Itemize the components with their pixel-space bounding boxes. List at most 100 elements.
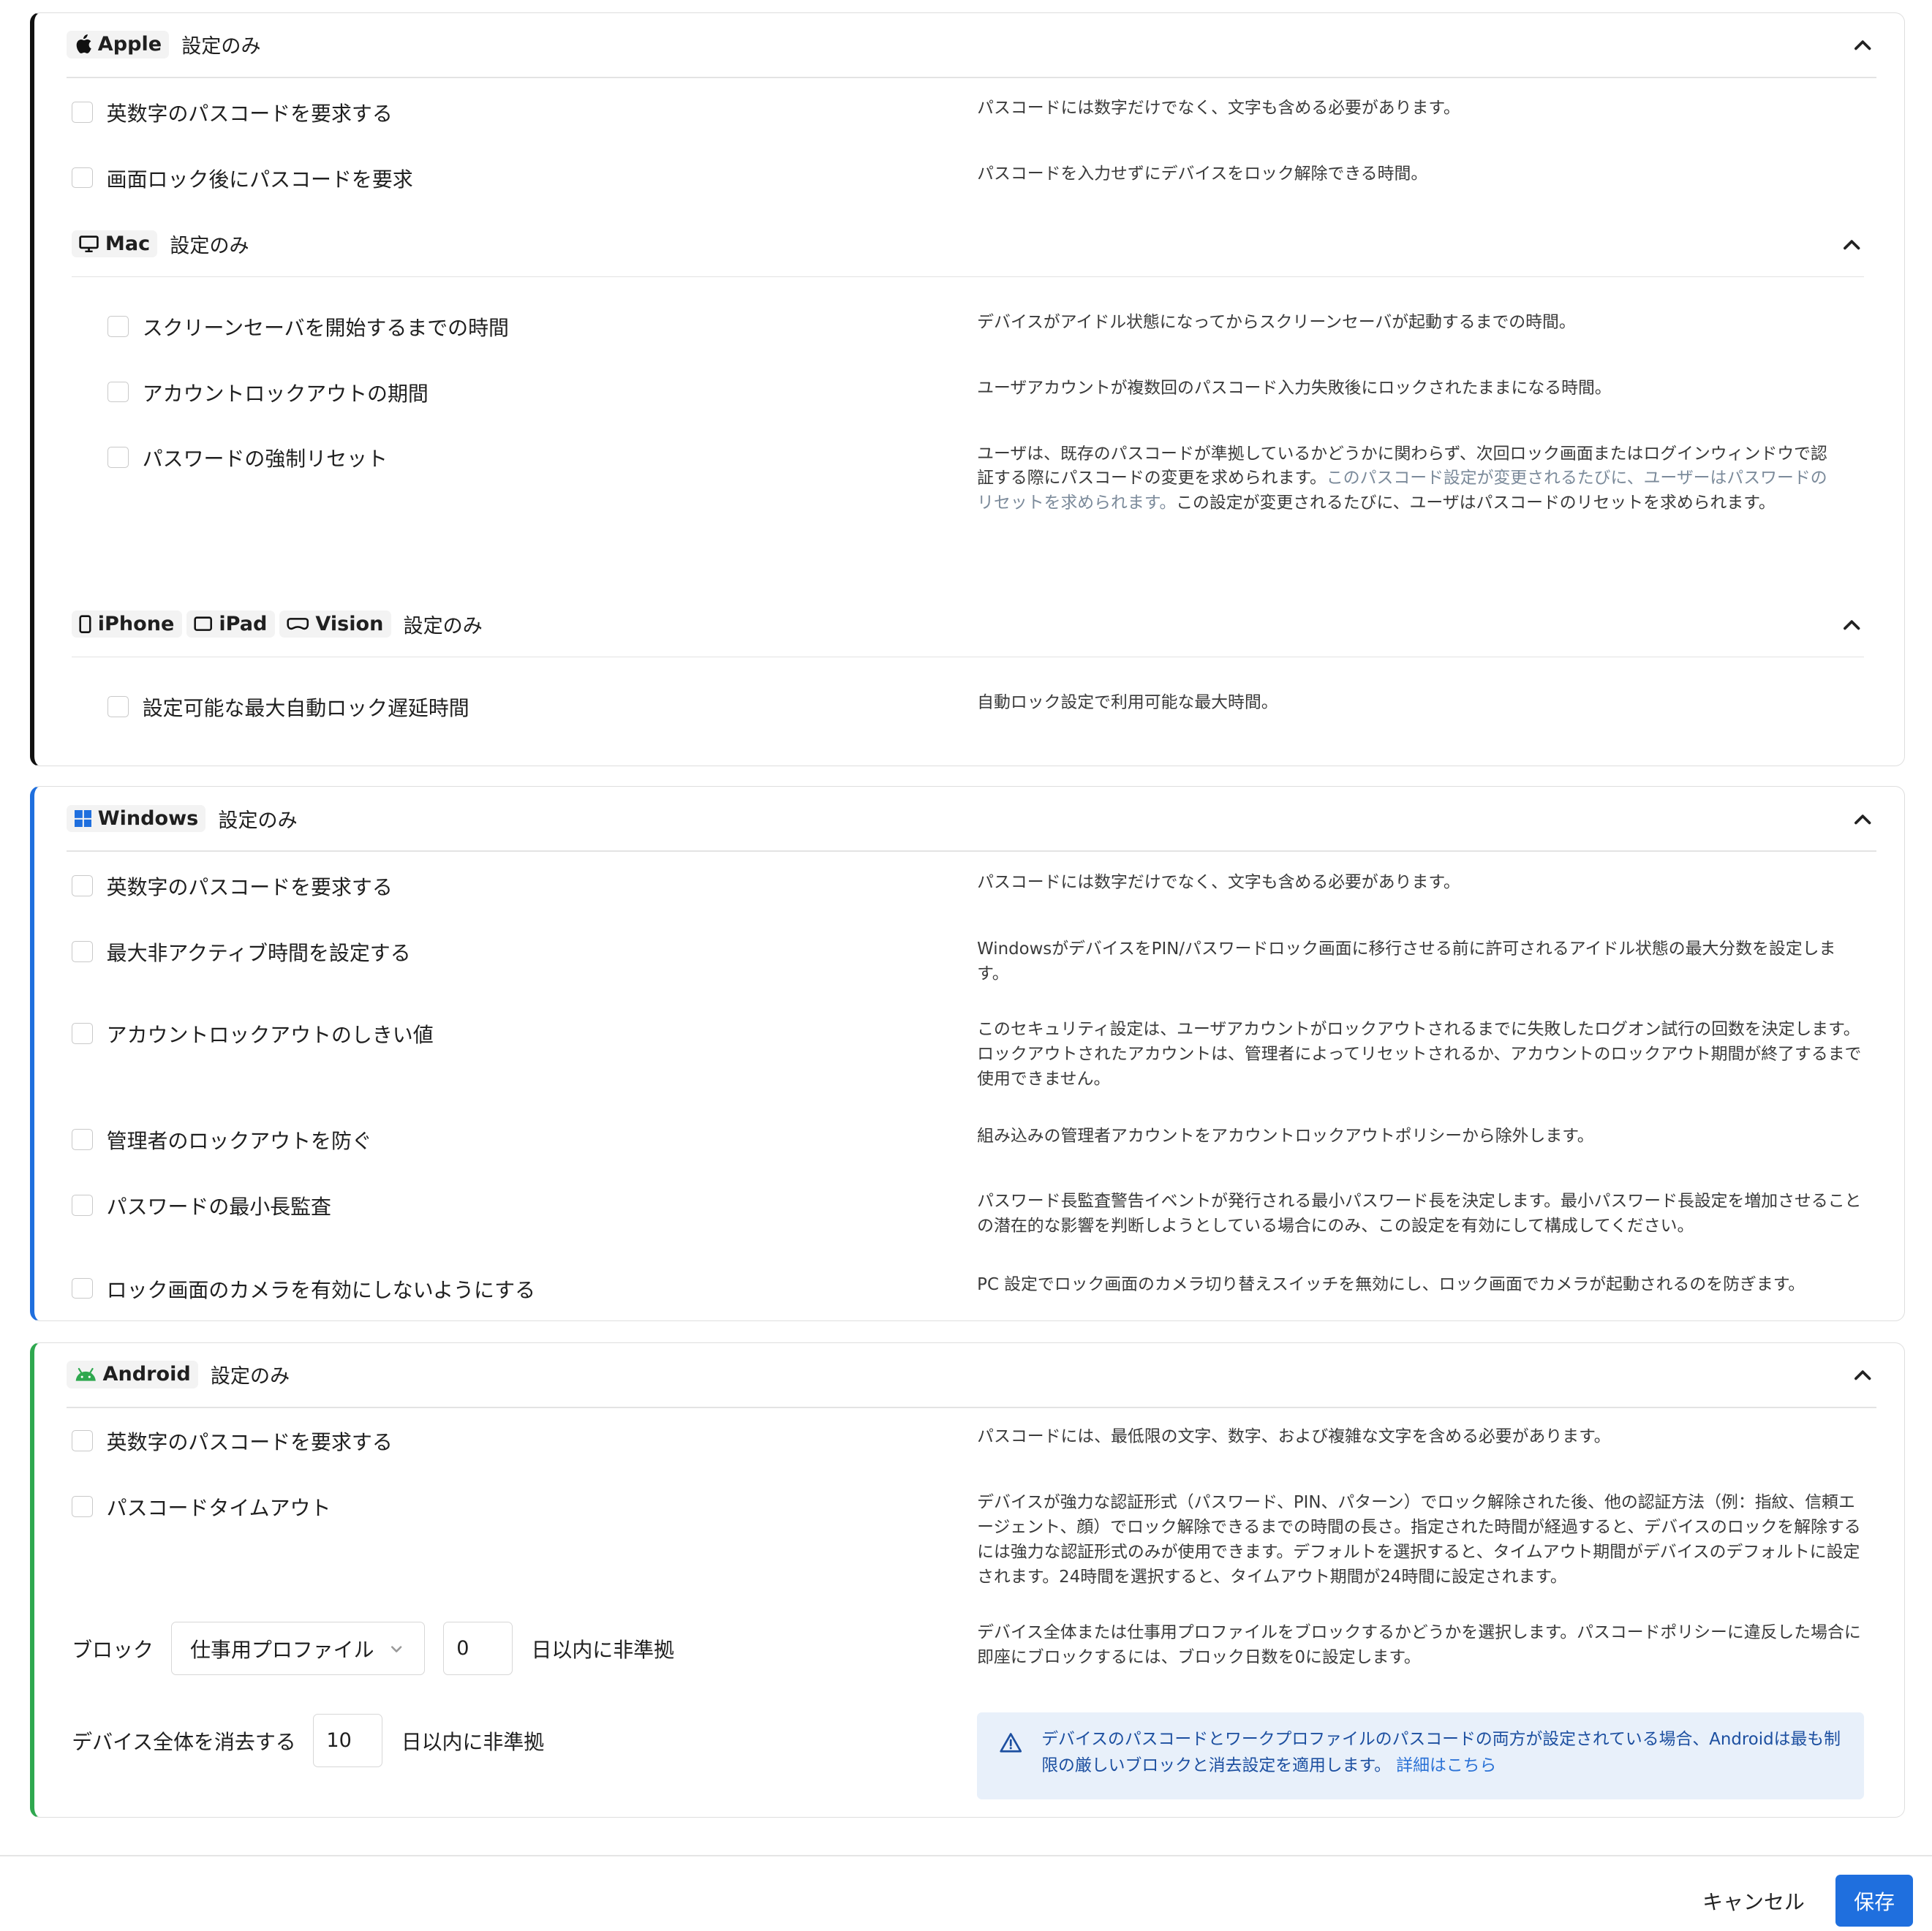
block-target-select[interactable]: 仕事用プロファイル <box>170 1622 425 1676</box>
apple-suffix: 設定のみ <box>181 35 261 58</box>
setting-label: 英数字のパスコードを要求する <box>106 1429 393 1454</box>
apple-platform-label: Apple <box>97 33 162 56</box>
learn-more-link[interactable]: 詳細はこちら <box>1396 1756 1496 1775</box>
setting-description: パスコードには数字だけでなく、文字も含める必要があります。 <box>977 99 1460 118</box>
checkbox-win-min-length-audit[interactable] <box>72 1195 93 1216</box>
block-days-value: 0 <box>456 1637 469 1660</box>
windows-platform-label: Windows <box>97 806 199 830</box>
vision-label: Vision <box>315 613 384 635</box>
chevron-up-icon[interactable] <box>1852 809 1873 831</box>
setting-label: 英数字のパスコードを要求する <box>106 875 393 900</box>
footer-divider <box>0 1854 1932 1856</box>
setting-label: パスコードタイムアウト <box>106 1495 331 1520</box>
setting-description: 自動ロック設定で利用可能な最大時間。 <box>977 692 1278 712</box>
cancel-button[interactable]: キャンセル <box>1691 1875 1815 1927</box>
setting-label: 設定可能な最大自動ロック遅延時間 <box>142 695 469 720</box>
windows-icon <box>74 809 92 828</box>
ipad-label: iPad <box>219 613 268 635</box>
divider <box>72 656 1864 658</box>
setting-label: パスワードの強制リセット <box>142 447 388 472</box>
info-alert: デバイスのパスコードとワークプロファイルのパスコードの両方が設定されている場合、… <box>977 1712 1864 1799</box>
apple-section-header[interactable]: Apple 設定のみ <box>67 29 261 61</box>
setting-label: 英数字のパスコードを要求する <box>106 101 393 126</box>
setting-label: パスワードの最小長監査 <box>106 1195 331 1220</box>
mac-platform-label: Mac <box>105 233 151 256</box>
chevron-down-icon <box>391 1646 402 1652</box>
setting-description: パスコードには、最低限の文字、数字、および複雑な文字を含める必要があります。 <box>977 1427 1611 1447</box>
setting-label: スクリーンセーバを開始するまでの時間 <box>142 315 509 340</box>
chevron-up-icon[interactable] <box>1841 234 1863 256</box>
wipe-label: デバイス全体を消去する <box>72 1729 296 1754</box>
vision-headset-icon <box>287 618 309 630</box>
page-root: Apple 設定のみ 英数字のパスコードを要求する パスコードには数字だけでなく… <box>0 0 1932 1931</box>
setting-description: パスコードには数字だけでなく、文字も含める必要があります。 <box>977 872 1460 892</box>
mac-section-header[interactable]: Mac 設定のみ <box>72 228 249 260</box>
description-text: この設定が変更されるたびに、ユーザはパスコードのリセットを求められます。 <box>1176 494 1776 513</box>
setting-label: アカウントロックアウトのしきい値 <box>106 1022 434 1047</box>
checkbox-apple-alphanumeric[interactable] <box>72 101 93 123</box>
monitor-icon <box>79 235 99 253</box>
block-label: ブロック <box>72 1638 154 1663</box>
chevron-up-icon[interactable] <box>1852 34 1873 56</box>
setting-description: デバイスが強力な認証形式（パスワード、PIN、パターン）でロック解除された後、他… <box>977 1492 1861 1587</box>
setting-description: パスワード長監査警告イベントが発行される最小パスワード長を決定します。最小パスワ… <box>977 1192 1862 1236</box>
warning-icon <box>999 1733 1022 1753</box>
android-platform-chip: Android <box>67 1360 198 1388</box>
checkbox-android-alphanumeric[interactable] <box>72 1429 93 1451</box>
checkbox-win-lockout-threshold[interactable] <box>72 1022 93 1044</box>
divider <box>72 276 1864 278</box>
wipe-days-input[interactable]: 10 <box>313 1713 383 1767</box>
divider <box>67 1406 1876 1408</box>
setting-description: PC 設定でロック画面のカメラ切り替えスイッチを無効にし、ロック画面でカメラが起… <box>977 1274 1805 1294</box>
setting-description: デバイス全体または仕事用プロファイルをブロックするかどうかを選択します。パスコー… <box>977 1622 1861 1667</box>
windows-section-header[interactable]: Windows 設定のみ <box>67 802 298 834</box>
phone-icon <box>79 615 91 633</box>
divider <box>67 76 1876 78</box>
android-section-header[interactable]: Android 設定のみ <box>67 1358 290 1391</box>
setting-label: アカウントロックアウトの期間 <box>142 381 429 406</box>
divider <box>67 850 1876 853</box>
chevron-up-icon[interactable] <box>1852 1364 1873 1386</box>
apple-icon <box>76 34 91 54</box>
android-suffix: 設定のみ <box>210 1365 290 1388</box>
checkbox-android-passcode-timeout[interactable] <box>72 1495 93 1517</box>
windows-suffix: 設定のみ <box>218 809 298 832</box>
checkbox-mac-force-reset[interactable] <box>107 447 129 469</box>
setting-description: このセキュリティ設定は、ユーザアカウントがロックアウトされるまでに失敗したログオ… <box>977 1020 1862 1089</box>
iphone-label: iPhone <box>97 613 175 635</box>
checkbox-mac-screensaver[interactable] <box>107 315 129 337</box>
checkbox-win-lockscreen-camera[interactable] <box>72 1277 93 1299</box>
wipe-days-suffix: 日以内に非準拠 <box>401 1729 545 1754</box>
windows-platform-chip: Windows <box>67 804 206 833</box>
block-target-value: 仕事用プロファイル <box>190 1637 374 1662</box>
setting-label: ロック画面のカメラを有効にしないようにする <box>106 1277 536 1302</box>
block-days-suffix: 日以内に非準拠 <box>531 1638 675 1663</box>
iphone-platform-chip: iPhone <box>72 610 182 638</box>
setting-description: デバイスがアイドル状態になってからスクリーンセーバが起動するまでの時間。 <box>977 313 1576 333</box>
android-icon <box>75 1367 96 1381</box>
block-days-input[interactable]: 0 <box>443 1622 513 1676</box>
ipad-platform-chip: iPad <box>186 610 275 638</box>
save-button[interactable]: 保存 <box>1835 1874 1914 1927</box>
checkbox-mac-lockout-duration[interactable] <box>107 381 129 403</box>
setting-label: 最大非アクティブ時間を設定する <box>106 940 411 965</box>
mobile-section-header[interactable]: iPhone iPad Vision 設定のみ <box>72 608 483 640</box>
checkbox-max-autolock[interactable] <box>107 695 129 717</box>
checkbox-win-alphanumeric[interactable] <box>72 875 93 897</box>
chevron-up-icon[interactable] <box>1841 614 1863 636</box>
setting-description: WindowsがデバイスをPIN/パスワードロック画面に移行させる前に許可される… <box>977 939 1836 983</box>
mac-suffix: 設定のみ <box>170 235 249 258</box>
mobile-suffix: 設定のみ <box>403 615 483 638</box>
setting-label: 画面ロック後にパスコードを要求 <box>106 167 413 192</box>
mac-platform-chip: Mac <box>72 230 158 258</box>
setting-description: ユーザは、既存のパスコードが準拠しているかどうかに関わらず、次回ロック画面または… <box>977 442 1829 517</box>
checkbox-apple-require-after-lock[interactable] <box>72 167 93 189</box>
setting-description: ユーザアカウントが複数回のパスコード入力失敗後にロックされたままになる時間。 <box>977 378 1612 398</box>
tablet-icon <box>194 616 213 632</box>
setting-description: 組み込みの管理者アカウントをアカウントロックアウトポリシーから除外します。 <box>977 1126 1594 1146</box>
android-platform-label: Android <box>102 1363 191 1386</box>
checkbox-win-prevent-admin-lockout[interactable] <box>72 1129 93 1151</box>
checkbox-win-max-inactivity[interactable] <box>72 941 93 962</box>
setting-label: 管理者のロックアウトを防ぐ <box>106 1129 372 1154</box>
apple-platform-chip: Apple <box>67 31 170 58</box>
